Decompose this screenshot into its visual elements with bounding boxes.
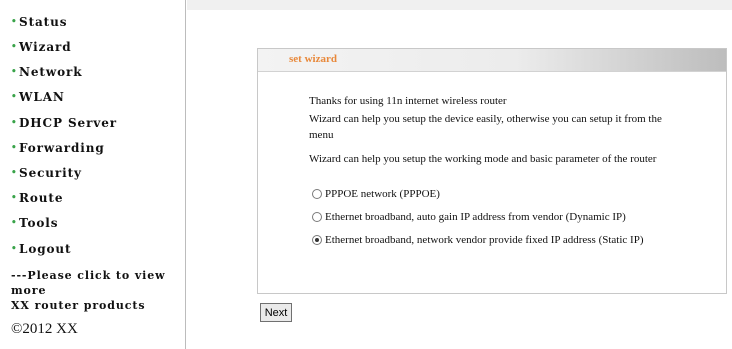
bullet-icon: •: [11, 244, 18, 254]
promo-line-1: ---Please click to view: [11, 269, 166, 282]
panel-title: set wizard: [289, 53, 337, 65]
radio-label: Ethernet broadband, network vendor provi…: [325, 234, 644, 246]
radio-button[interactable]: [312, 189, 322, 199]
sidebar-item-network[interactable]: •Network: [11, 63, 82, 81]
sidebar-item-label: Forwarding: [19, 141, 105, 155]
sidebar-item-label: Tools: [19, 216, 59, 230]
sidebar-item-label: Route: [19, 191, 64, 205]
sidebar-item-label: Network: [19, 65, 83, 79]
bullet-icon: •: [11, 168, 18, 178]
radio-button-checked[interactable]: [312, 235, 322, 245]
radio-static-ip[interactable]: Ethernet broadband, network vendor provi…: [312, 232, 644, 248]
sidebar-item-label: Status: [19, 15, 68, 29]
sidebar-item-label: Security: [19, 166, 82, 180]
bullet-icon: •: [11, 17, 18, 27]
radio-pppoe[interactable]: PPPOE network (PPPOE): [312, 186, 440, 202]
sidebar: •Status •Wizard •Network •WLAN •DHCP Ser…: [0, 0, 186, 349]
sidebar-item-security[interactable]: •Security: [11, 164, 82, 182]
bullet-icon: •: [11, 118, 18, 128]
main-content: set wizard Thanks for using 11n internet…: [187, 0, 732, 349]
sidebar-item-dhcp-server[interactable]: •DHCP Server: [11, 114, 117, 132]
sidebar-item-tools[interactable]: •Tools: [11, 214, 58, 232]
bullet-icon: •: [11, 218, 18, 228]
sidebar-item-wizard[interactable]: •Wizard: [11, 38, 72, 56]
bullet-icon: •: [11, 143, 18, 153]
sidebar-item-logout[interactable]: •Logout: [11, 240, 72, 258]
wizard-mode-text: Wizard can help you setup the working mo…: [309, 153, 657, 165]
sidebar-item-label: Logout: [19, 242, 72, 256]
bullet-icon: •: [11, 193, 18, 203]
panel-header: set wizard: [258, 49, 726, 72]
thanks-text: Thanks for using 11n internet wireless r…: [309, 95, 507, 107]
sidebar-item-forwarding[interactable]: •Forwarding: [11, 139, 105, 157]
radio-dynamic-ip[interactable]: Ethernet broadband, auto gain IP address…: [312, 209, 626, 225]
sidebar-item-label: WLAN: [19, 90, 65, 104]
bullet-icon: •: [11, 92, 18, 102]
wizard-help-text-cont: menu: [309, 129, 334, 141]
bullet-icon: •: [11, 42, 18, 52]
sidebar-item-wlan[interactable]: •WLAN: [11, 88, 65, 106]
top-bar: [187, 0, 732, 10]
promo-line-2: more: [11, 284, 47, 297]
sidebar-item-route[interactable]: •Route: [11, 189, 63, 207]
bullet-icon: •: [11, 67, 18, 77]
copyright: ©2012 XX: [11, 321, 78, 337]
radio-button[interactable]: [312, 212, 322, 222]
promo-line-3: XX router products: [11, 299, 146, 312]
sidebar-item-label: DHCP Server: [19, 116, 117, 130]
sidebar-item-status[interactable]: •Status: [11, 13, 67, 31]
wizard-help-text: Wizard can help you setup the device eas…: [309, 113, 662, 125]
radio-label: Ethernet broadband, auto gain IP address…: [325, 211, 626, 223]
promo-link[interactable]: ---Please click to view more XX router p…: [11, 268, 183, 313]
radio-label: PPPOE network (PPPOE): [325, 188, 440, 200]
sidebar-item-label: Wizard: [19, 40, 72, 54]
next-button[interactable]: Next: [260, 303, 292, 322]
wizard-panel: set wizard Thanks for using 11n internet…: [257, 48, 727, 294]
